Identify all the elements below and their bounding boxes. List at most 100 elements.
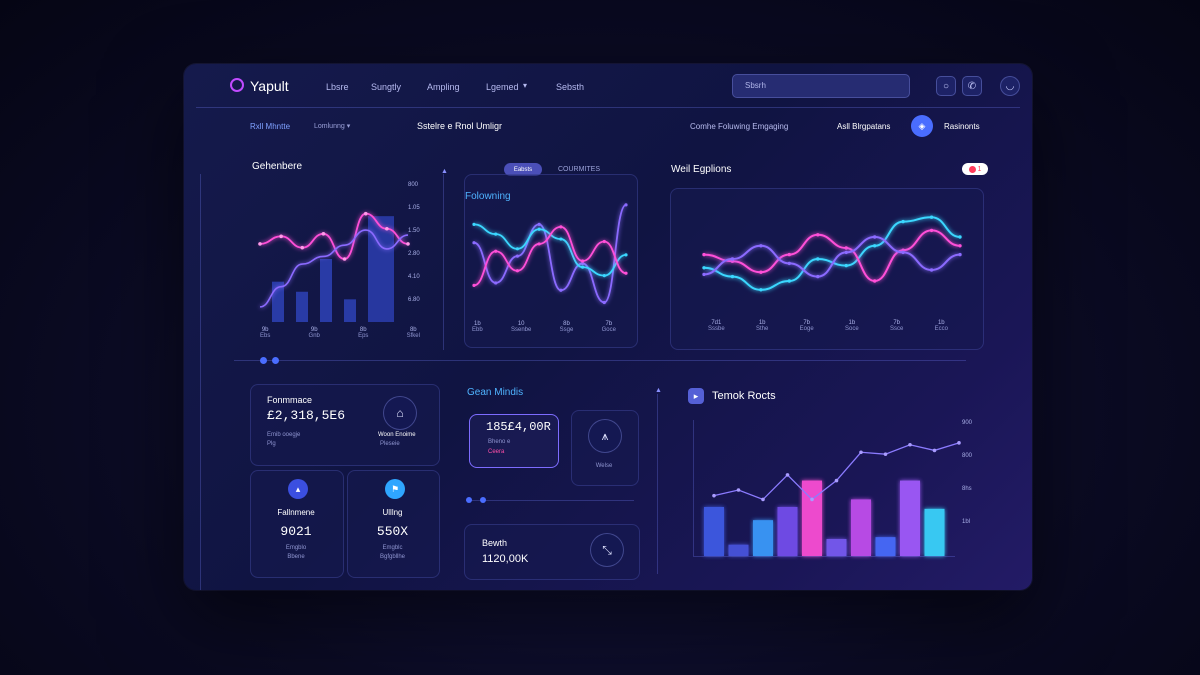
data-point [957, 441, 961, 445]
data-point [958, 235, 962, 239]
toolbar-left-link[interactable]: Rxll Mhntte [250, 122, 290, 131]
brand-name[interactable]: Yapult [250, 78, 289, 94]
data-point [844, 263, 848, 268]
x-sublabel: Eoge [799, 326, 814, 332]
nav-item-1[interactable]: Lbsre [326, 82, 349, 92]
stat-card-1-value: £2,318,5E6 [267, 408, 346, 423]
bar [728, 544, 749, 556]
data-point [929, 228, 934, 233]
bar [344, 299, 356, 322]
panel-bar-icon: ▸ [688, 388, 704, 404]
nav-item-2[interactable]: Sungtly [371, 82, 401, 92]
slider-handle[interactable] [480, 497, 486, 503]
bar [924, 508, 945, 556]
filter-label: Lomlunng [314, 123, 345, 130]
nav-item-3[interactable]: Ampling [427, 82, 460, 92]
toolbar-right-link[interactable]: Asll Blrgpatans [837, 122, 890, 131]
data-point [515, 247, 520, 251]
data-point [759, 244, 763, 248]
account-avatar-icon[interactable]: ◈ [911, 115, 933, 137]
data-point [624, 203, 628, 207]
data-point [279, 234, 283, 239]
metric-card-2-label: Welse [595, 463, 613, 469]
filter-dropdown[interactable]: Lomlunng ▾ [314, 122, 350, 130]
data-point [515, 254, 520, 258]
data-point [472, 283, 476, 287]
panel-bar-title: Temok Rocts [712, 390, 776, 402]
data-point [759, 270, 763, 274]
nav-item-5[interactable]: Sebsth [556, 82, 584, 92]
data-point [901, 219, 905, 224]
data-point [816, 274, 820, 279]
metrics-title: Gean Mindis [467, 387, 524, 398]
x-sublabel: Ssce [889, 326, 904, 332]
profile-icon[interactable]: ◡ [1000, 76, 1020, 96]
panel-bar-y-axis: 900 800 8hs 1bl [962, 420, 972, 552]
slider-track[interactable] [466, 500, 634, 501]
flag-icon: ⚑ [385, 479, 405, 499]
data-point [872, 279, 877, 283]
data-point [810, 497, 814, 502]
panel-left-title: Gehenbere [252, 161, 303, 172]
x-sublabel: Goce [601, 327, 616, 333]
search-input[interactable]: Sbsrh [732, 74, 910, 98]
chevron-down-icon[interactable]: ▾ [523, 81, 527, 90]
bar [826, 539, 847, 556]
data-point [785, 473, 790, 477]
x-sublabel: Ecco [934, 326, 948, 332]
x-sublabel: Ssge [559, 327, 574, 333]
bar [777, 506, 798, 556]
bar [320, 259, 332, 322]
phone-icon[interactable]: ✆ [962, 76, 982, 96]
data-point [787, 261, 792, 266]
data-point [385, 226, 389, 231]
metric-card-3-label: Bewth [482, 538, 508, 548]
divider [200, 174, 201, 590]
data-point [472, 222, 476, 226]
arrow-up-icon: ▲ [441, 168, 448, 175]
data-point [730, 257, 735, 261]
data-point [834, 478, 839, 483]
chevron-down-icon: ▾ [346, 123, 351, 130]
data-point [515, 269, 520, 273]
stat-card-2-sub1: Emgblo [285, 545, 307, 551]
lock-icon[interactable]: ⌂ [383, 396, 417, 430]
toggle-badge[interactable]: 1 [962, 163, 988, 175]
badge-count: 1 [977, 165, 982, 173]
brand-logo-icon [230, 78, 244, 92]
data-point [559, 237, 563, 241]
data-point [958, 244, 962, 248]
search-placeholder: Sbsrh [745, 81, 766, 90]
data-point [787, 252, 792, 257]
toolbar-title: Sstelre e Rnol Umligr [417, 121, 503, 131]
x-sublabel: Ebb [472, 327, 483, 333]
data-point [494, 281, 498, 285]
tab-inactive[interactable]: COURMITES [558, 166, 600, 173]
y-tick: 2.80 [408, 251, 420, 257]
x-sublabel: Ssenbe [510, 327, 532, 333]
divider [443, 174, 444, 350]
data-point [787, 279, 792, 283]
data-point [559, 288, 563, 292]
toolbar-right-text: Comhe Foluwing Emgaging [690, 122, 789, 131]
data-point [602, 300, 606, 305]
panel-left-x-axis: 9b Ebs 9b Gnb 8b Eps 8b Sfkel [260, 327, 420, 339]
nav-item-4[interactable]: Lgemed [486, 82, 519, 92]
stat-card-3-label: Ulllng [382, 508, 403, 517]
account-label[interactable]: Rasinonts [944, 122, 980, 131]
dashboard-window: Yapult Lbsre Sungtly Ampling Lgemed ▾ Se… [184, 64, 1032, 590]
metric-card-3-value: 1120,00K [482, 553, 529, 565]
x-sublabel: Sssbe [708, 326, 725, 332]
y-tick: 900 [962, 420, 973, 426]
slider-handle[interactable] [466, 497, 472, 503]
circle-icon[interactable]: ○ [936, 76, 956, 96]
x-sublabel: Sthe [756, 326, 769, 332]
panel-left-chart [258, 211, 410, 322]
data-point [537, 242, 541, 246]
timeline-handle[interactable] [272, 357, 279, 364]
record-dot-icon [968, 165, 976, 173]
x-sublabel: Eps [358, 333, 369, 339]
metric-card-1-value: 185£4,00R [486, 420, 551, 434]
timeline-handle[interactable] [260, 357, 267, 364]
data-point [702, 266, 706, 270]
